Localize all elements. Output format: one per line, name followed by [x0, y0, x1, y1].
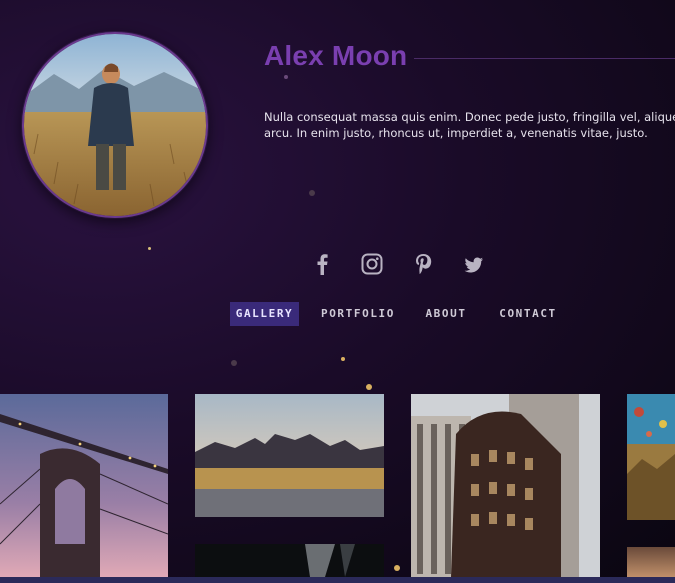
main-nav: GALLERY PORTFOLIO ABOUT CONTACT: [0, 302, 675, 326]
gallery-image-sunset[interactable]: [627, 547, 675, 577]
gallery-image-buildings[interactable]: [411, 394, 600, 577]
gallery-image-dark-tunnel[interactable]: [195, 544, 384, 577]
decorative-dot: [309, 190, 315, 196]
bottom-bar: [0, 577, 675, 583]
instagram-icon[interactable]: [361, 253, 383, 275]
nav-about[interactable]: ABOUT: [420, 302, 472, 326]
nav-portfolio[interactable]: PORTFOLIO: [318, 302, 398, 326]
decorative-dot: [341, 357, 345, 361]
decorative-dot: [394, 565, 400, 571]
twitter-icon[interactable]: [464, 253, 484, 275]
profile-avatar: [22, 32, 208, 218]
name-divider: [414, 58, 675, 59]
decorative-dot: [366, 384, 372, 390]
profile-bio: Nulla consequat massa quis enim. Donec p…: [264, 109, 675, 141]
gallery-image-desert-mesa[interactable]: [195, 394, 384, 517]
bio-line: arcu. In enim justo, rhoncus ut, imperdi…: [264, 126, 648, 140]
gallery-image-bridge[interactable]: [0, 394, 168, 577]
profile-name: Alex Moon: [264, 40, 408, 71]
decorative-dot: [284, 75, 288, 79]
facebook-icon[interactable]: [314, 253, 330, 275]
nav-gallery[interactable]: GALLERY: [230, 302, 299, 326]
nav-contact[interactable]: CONTACT: [495, 302, 561, 326]
decorative-dot: [231, 360, 237, 366]
pinterest-icon[interactable]: [414, 253, 432, 275]
gallery-image-balloons[interactable]: [627, 394, 675, 520]
decorative-dot: [148, 247, 151, 250]
bio-line: Nulla consequat massa quis enim. Donec p…: [264, 110, 675, 124]
